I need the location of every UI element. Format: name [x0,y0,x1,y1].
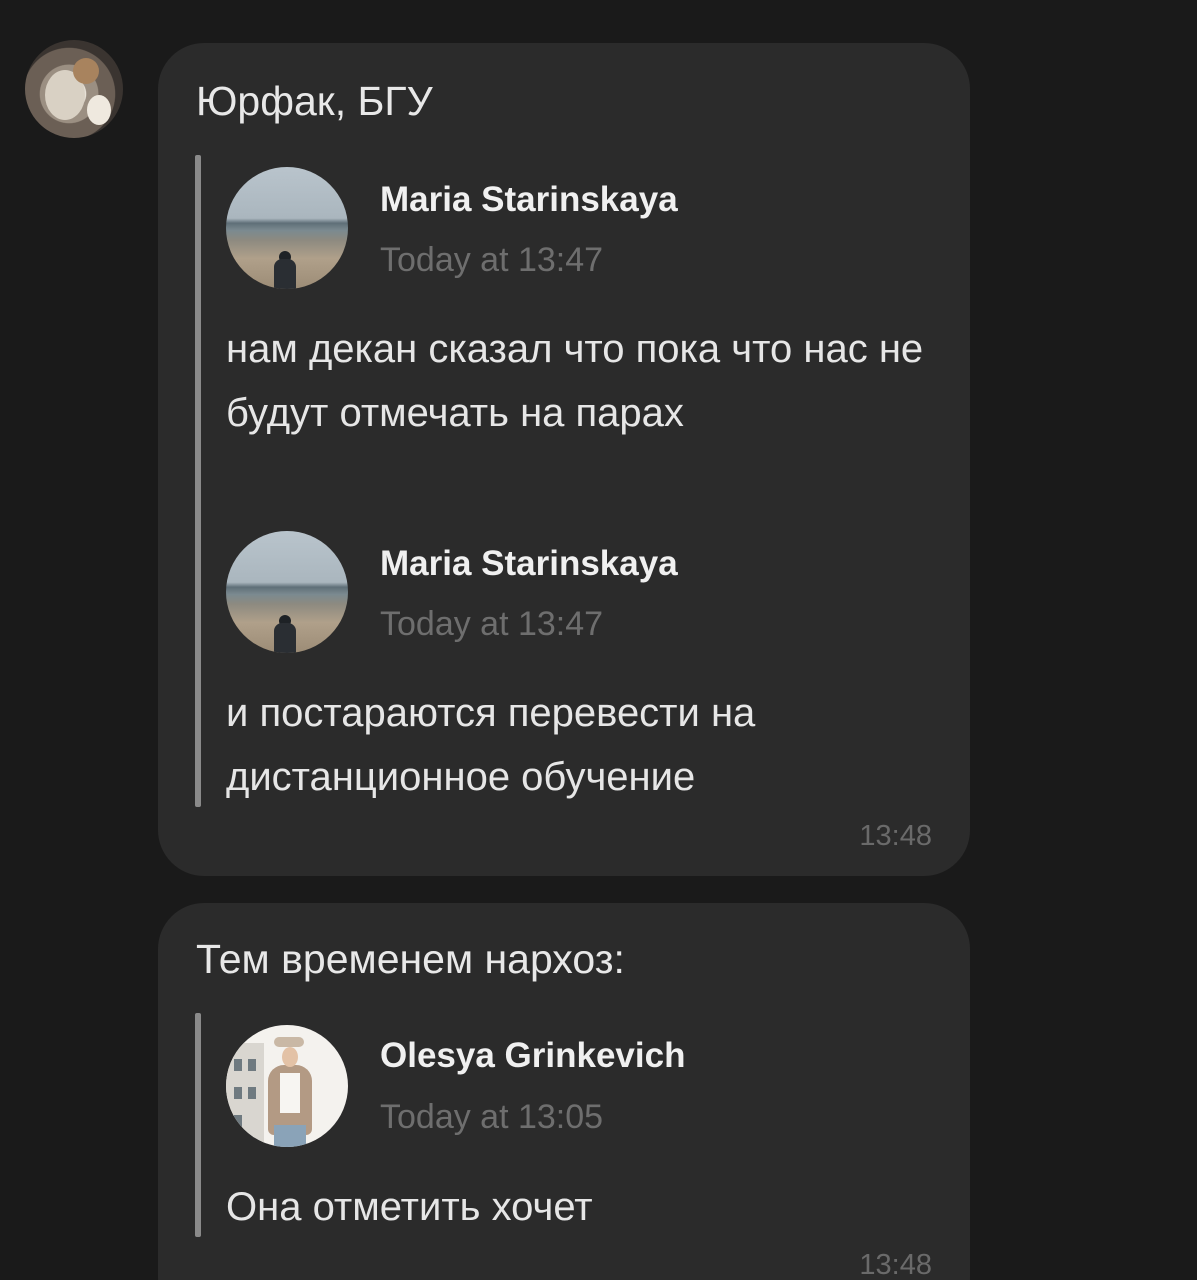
forward-quote-bar [195,1013,201,1237]
forward-author-avatar[interactable] [226,531,348,653]
forward-author-name[interactable]: Maria Starinskaya [380,180,678,220]
forward-text: и постараются перевести на дистанционное… [226,691,756,799]
message-text: Тем временем нархоз: [196,936,625,982]
forward-author-avatar[interactable] [226,1025,348,1147]
forward-quote-bar [195,155,201,807]
forward-text: Она отметить хочет [226,1185,593,1229]
message-time: 13:48 [859,820,932,852]
message-text: Юрфак, БГУ [196,78,433,124]
message-bubble[interactable]: Тем временем нархоз: Olesya Grinkevich T… [158,903,970,1280]
forward-author-name[interactable]: Olesya Grinkevich [380,1036,685,1076]
forward-date: Today at 13:47 [380,605,604,643]
chat-view: Юрфак, БГУ Maria Starinskaya Today at 13… [0,0,1197,1280]
message-bubble[interactable]: Юрфак, БГУ Maria Starinskaya Today at 13… [158,43,970,876]
forward-author-name[interactable]: Maria Starinskaya [380,544,678,584]
forward-text: нам декан сказал что пока что нас не буд… [226,327,924,435]
forward-date: Today at 13:47 [380,241,604,279]
forward-author-avatar[interactable] [226,167,348,289]
sender-avatar[interactable] [25,40,123,138]
message-time: 13:48 [859,1249,932,1280]
forward-date: Today at 13:05 [380,1098,604,1136]
